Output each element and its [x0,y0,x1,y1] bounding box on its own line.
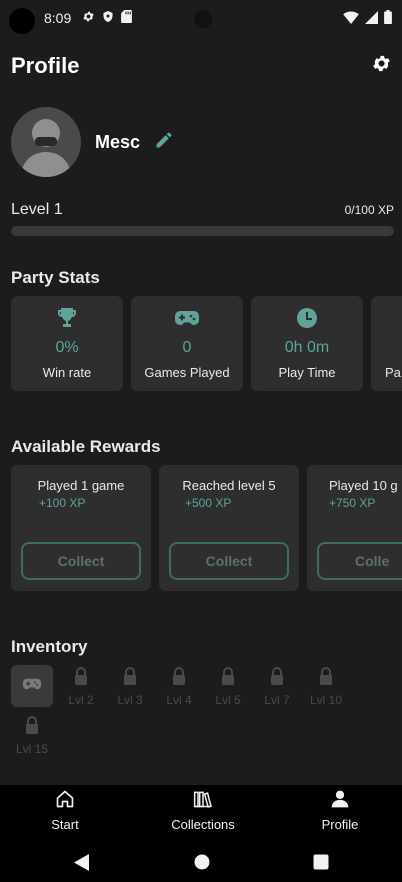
settings-gear-small-icon [82,10,95,28]
avatar[interactable] [11,107,81,177]
lock-icon [172,667,186,690]
locked-item-level: Lvl 4 [166,693,192,707]
reward-title: Played 1 game [37,478,125,493]
lock-icon [74,667,88,690]
reward-card: Played 10 g +750 XP Colle [307,465,402,591]
wifi-icon [343,10,359,29]
gamepad-icon [174,306,200,332]
nav-item-start[interactable]: Start [15,790,115,832]
status-bar: 8:09 [0,0,402,36]
inventory-title: Inventory [11,637,88,656]
locked-item-level: Lvl 10 [309,693,343,707]
stat-card-win-rate: 0% Win rate [11,296,123,391]
reward-title: Reached level 5 [182,478,276,493]
clock-icon [295,306,319,332]
avatar-person-icon [21,119,71,177]
back-icon[interactable] [74,854,90,876]
signal-icon [365,10,378,29]
sensor-icon [194,10,212,28]
stat-card-games-played: 0 Games Played [131,296,243,391]
available-rewards-title: Available Rewards [11,437,161,456]
party-stats-title: Party Stats [11,268,100,287]
lock-icon [25,716,39,739]
settings-button[interactable] [368,53,394,79]
home-circle-icon[interactable] [194,854,210,875]
collect-button[interactable]: Colle [317,542,402,580]
stat-label: Games Played [144,365,230,380]
person-icon [330,789,350,814]
nav-label: Profile [321,817,359,832]
xp-progress-text: 0/100 XP [344,203,394,217]
edit-name-button[interactable] [152,130,176,154]
nav-label: Collections [171,817,235,832]
stat-value: 0% [55,339,79,356]
lock-icon [270,667,284,690]
party-stats-row[interactable]: 0% Win rate 0 Games Played 0h 0m Play Ti… [11,296,402,391]
battery-icon [384,10,392,29]
status-time: 8:09 [44,10,72,26]
collect-button[interactable]: Collect [21,542,141,580]
books-icon [193,789,213,814]
locked-item-level: Lvl 5 [215,693,241,707]
stat-label: Win rate [42,365,92,380]
locked-item: Lvl 2 [60,667,102,707]
level-label: Level 1 [11,201,63,218]
pencil-icon [154,130,174,155]
username: Mesc [95,132,141,152]
page-title: Profile [11,53,80,78]
nav-label: Start [51,817,79,832]
stat-value: 0h 0m [284,339,330,356]
nav-item-profile[interactable]: Profile [290,790,390,832]
sd-card-icon [121,10,132,28]
stat-card-play-time: 0h 0m Play Time [251,296,363,391]
reward-xp: +500 XP [185,496,232,510]
reward-xp: +100 XP [39,496,86,510]
lock-icon [221,667,235,690]
gear-icon [371,53,392,79]
inventory-item-gamepad[interactable] [11,665,53,707]
lock-icon [123,667,137,690]
gamepad-icon [21,675,43,698]
trophy-icon [55,306,79,332]
reward-xp: +750 XP [329,496,376,510]
locked-item-level: Lvl 7 [264,693,290,707]
stat-label: Play Time [278,365,336,380]
stat-value: 0 [182,339,192,356]
stat-label: Pa [385,365,401,380]
locked-item: Lvl 10 [305,667,347,707]
locked-item: Lvl 5 [207,667,249,707]
reward-card: Played 1 game +100 XP Collect [11,465,151,591]
locked-item: Lvl 3 [109,667,151,707]
front-camera [9,8,35,34]
stat-card-partial: Pa [371,296,402,391]
reward-title: Played 10 g [329,478,398,493]
lock-icon [319,667,333,690]
collect-button[interactable]: Collect [169,542,289,580]
locked-item-level: Lvl 3 [117,693,143,707]
locked-item-level: Lvl 15 [15,742,49,756]
home-icon [55,789,75,814]
app-header: Profile [0,44,402,88]
locked-item: Lvl 4 [158,667,200,707]
locked-item: Lvl 7 [256,667,298,707]
recents-icon[interactable] [313,854,329,875]
locked-item: Lvl 15 [11,716,53,756]
system-nav-bar [0,841,402,882]
rewards-row[interactable]: Played 1 game +100 XP Collect Reached le… [11,465,402,591]
bottom-nav: Start Collections Profile [0,785,402,841]
nav-item-collections[interactable]: Collections [153,790,253,832]
shield-icon [102,10,114,28]
xp-progress-bar [11,226,394,236]
locked-item-level: Lvl 2 [68,693,94,707]
reward-card: Reached level 5 +500 XP Collect [159,465,299,591]
